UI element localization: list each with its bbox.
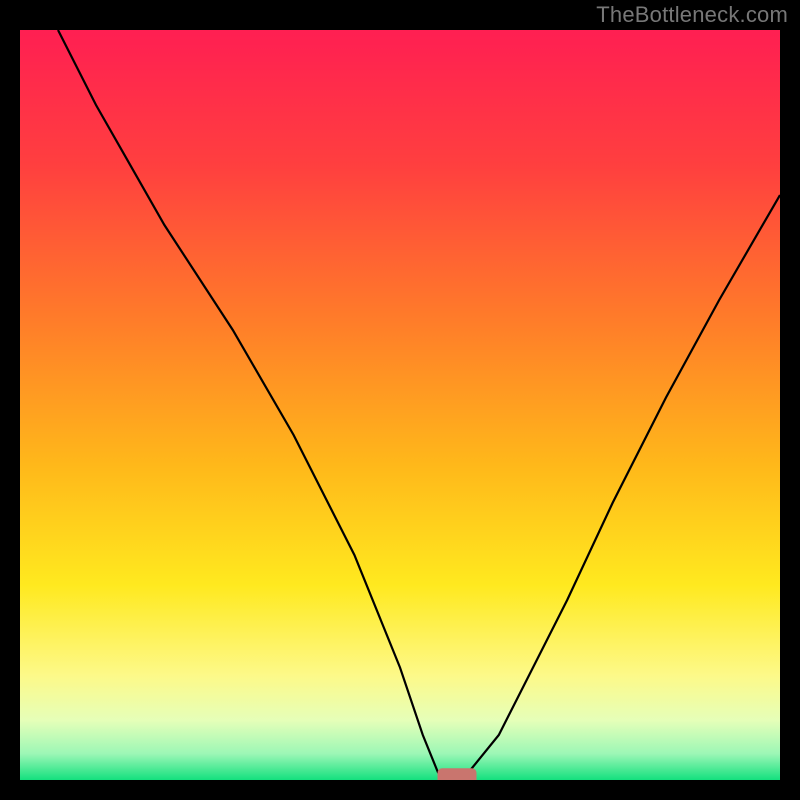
chart-frame: TheBottleneck.com	[0, 0, 800, 800]
watermark-text: TheBottleneck.com	[596, 0, 788, 30]
optimal-marker	[438, 769, 476, 780]
plot-area	[20, 30, 780, 780]
chart-svg	[20, 30, 780, 780]
